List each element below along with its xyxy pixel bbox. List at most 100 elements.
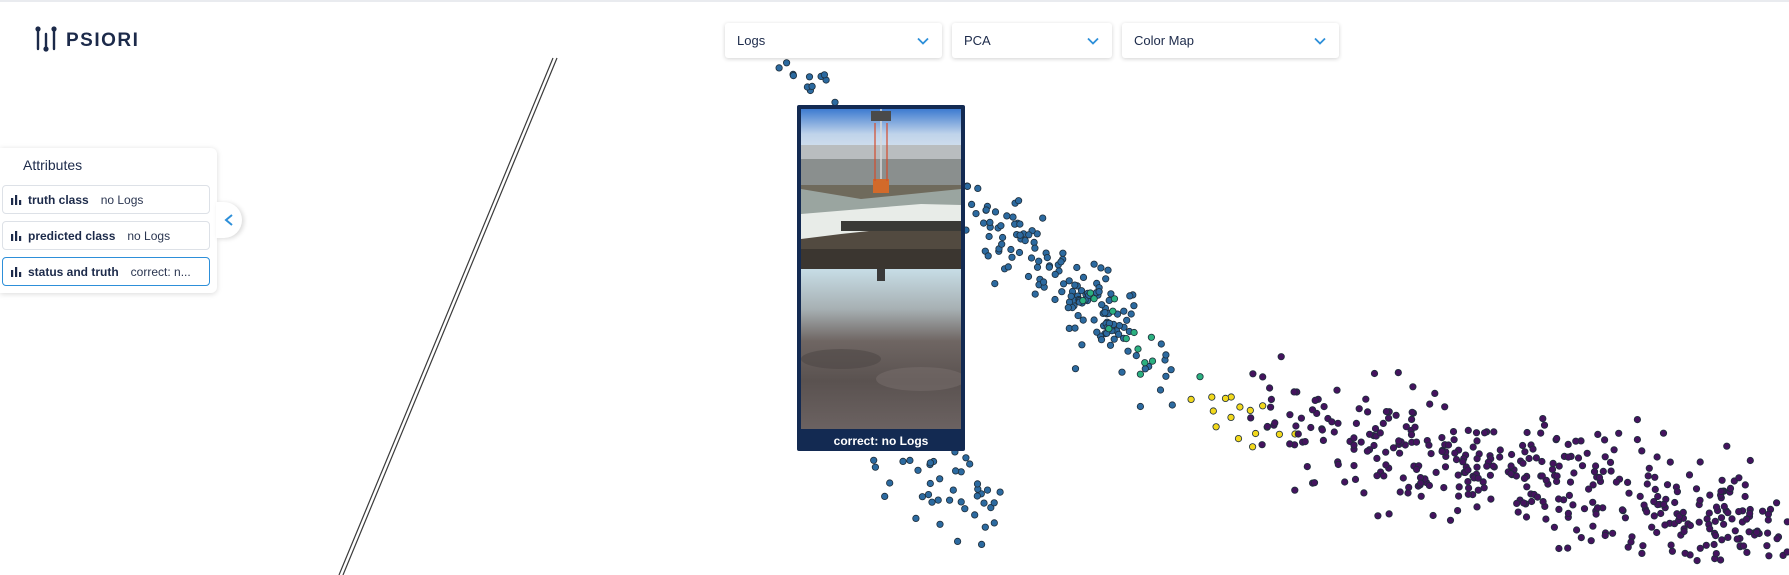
scatter-point[interactable] — [949, 486, 957, 494]
scatter-point[interactable] — [1507, 462, 1515, 470]
scatter-point[interactable] — [1681, 549, 1689, 557]
scatter-point[interactable] — [1352, 419, 1361, 427]
scatter-point[interactable] — [1427, 449, 1435, 458]
scatter-point[interactable] — [1686, 521, 1695, 530]
scatter-point[interactable] — [1382, 448, 1390, 456]
scatter-point[interactable] — [1741, 492, 1749, 501]
scatter-point[interactable] — [1464, 477, 1472, 486]
scatter-point[interactable] — [1374, 512, 1382, 520]
scatter-point[interactable] — [1134, 345, 1142, 353]
scatter-point[interactable] — [1464, 426, 1472, 434]
scatter-point[interactable] — [1633, 435, 1642, 444]
scatter-point[interactable] — [1290, 388, 1298, 396]
scatter-point[interactable] — [1679, 508, 1687, 517]
scatter-point[interactable] — [1120, 307, 1128, 315]
scatter-point[interactable] — [1578, 462, 1587, 470]
scatter-point[interactable] — [1570, 469, 1578, 477]
scatter-point[interactable] — [1618, 506, 1627, 514]
scatter-point[interactable] — [1514, 508, 1522, 516]
scatter-point[interactable] — [1452, 455, 1461, 464]
scatter-point[interactable] — [1706, 525, 1714, 533]
scatter-point[interactable] — [1643, 480, 1651, 488]
scatter-point[interactable] — [1258, 441, 1266, 449]
scatter-point[interactable] — [963, 182, 972, 190]
scatter-point[interactable] — [1360, 489, 1368, 497]
scatter-point[interactable] — [1097, 264, 1105, 272]
scatter-point[interactable] — [1651, 473, 1659, 481]
scatter-point[interactable] — [991, 279, 999, 288]
scatter-point[interactable] — [1105, 325, 1113, 333]
scatter-point[interactable] — [1396, 449, 1404, 457]
scatter-point[interactable] — [926, 459, 935, 467]
scatter-point[interactable] — [1417, 479, 1425, 487]
scatter-point[interactable] — [1015, 248, 1024, 257]
scatter-point[interactable] — [1027, 254, 1036, 262]
scatter-point[interactable] — [1590, 468, 1599, 476]
scatter-point[interactable] — [1601, 453, 1609, 461]
scatter-point[interactable] — [1519, 441, 1527, 450]
scatter-point[interactable] — [985, 232, 993, 241]
scatter-point[interactable] — [1426, 400, 1434, 408]
scatter-point[interactable] — [972, 210, 980, 218]
scatter-point[interactable] — [1035, 257, 1043, 265]
scatter-point[interactable] — [1086, 289, 1095, 297]
scatter-point[interactable] — [1118, 368, 1126, 376]
scatter-point[interactable] — [1783, 518, 1789, 526]
scatter-point[interactable] — [1455, 492, 1463, 500]
scatter-point[interactable] — [961, 505, 969, 513]
scatter-point[interactable] — [1148, 357, 1157, 365]
scatter-point[interactable] — [1396, 488, 1404, 496]
scatter-point[interactable] — [1454, 506, 1462, 515]
scatter-point[interactable] — [1196, 373, 1204, 381]
scatter-point[interactable] — [1123, 316, 1131, 324]
scatter-point[interactable] — [1370, 369, 1379, 378]
scatter-point[interactable] — [981, 523, 989, 531]
scatter-point[interactable] — [1539, 414, 1547, 423]
scatter-point[interactable] — [1364, 408, 1372, 416]
scatter-point[interactable] — [977, 540, 986, 549]
scatter-point[interactable] — [1266, 384, 1274, 392]
scatter-point[interactable] — [945, 496, 954, 504]
scatter-point[interactable] — [1594, 430, 1602, 438]
scatter-point[interactable] — [1773, 535, 1781, 543]
scatter-point[interactable] — [971, 511, 979, 519]
scatter-point[interactable] — [1246, 406, 1254, 414]
scatter-point[interactable] — [1408, 415, 1416, 423]
scatter-point[interactable] — [1696, 496, 1704, 504]
scatter-point[interactable] — [1366, 430, 1374, 438]
scatter-point[interactable] — [1743, 548, 1751, 557]
scatter-point[interactable] — [1653, 453, 1661, 461]
scatter-point[interactable] — [1090, 295, 1098, 303]
scatter-point[interactable] — [928, 498, 936, 506]
scatter-point[interactable] — [1606, 458, 1615, 466]
scatter-point[interactable] — [881, 492, 889, 500]
scatter-point[interactable] — [1577, 533, 1585, 542]
scatter-point[interactable] — [1513, 499, 1521, 507]
scatter-point[interactable] — [1380, 472, 1388, 480]
scatter-point[interactable] — [1212, 423, 1220, 431]
scatter-point[interactable] — [1425, 441, 1433, 449]
scatter-point[interactable] — [1718, 536, 1726, 544]
scatter-point[interactable] — [1362, 395, 1370, 403]
scatter-point[interactable] — [1522, 513, 1531, 521]
scatter-point[interactable] — [1004, 263, 1012, 271]
scatter-point[interactable] — [1394, 368, 1402, 377]
scatter-point[interactable] — [1726, 484, 1735, 492]
scatter-point[interactable] — [1731, 527, 1739, 535]
scatter-point[interactable] — [1399, 474, 1407, 482]
scatter-point[interactable] — [1673, 488, 1682, 496]
scatter-point[interactable] — [1645, 464, 1653, 472]
scatter-point[interactable] — [1267, 395, 1276, 403]
scatter-point[interactable] — [1609, 529, 1617, 537]
scatter-point[interactable] — [1355, 405, 1363, 413]
scatter-point[interactable] — [1126, 292, 1134, 300]
scatter-point[interactable] — [1746, 509, 1754, 518]
scatter-point[interactable] — [870, 456, 878, 464]
scatter-point[interactable] — [1252, 429, 1260, 438]
scatter-point[interactable] — [1507, 470, 1515, 478]
scatter-point[interactable] — [1489, 462, 1497, 470]
scatter-point[interactable] — [1106, 341, 1115, 349]
scatter-point[interactable] — [1555, 462, 1563, 470]
scatter-point[interactable] — [1693, 556, 1701, 565]
scatter-point[interactable] — [1639, 542, 1647, 550]
